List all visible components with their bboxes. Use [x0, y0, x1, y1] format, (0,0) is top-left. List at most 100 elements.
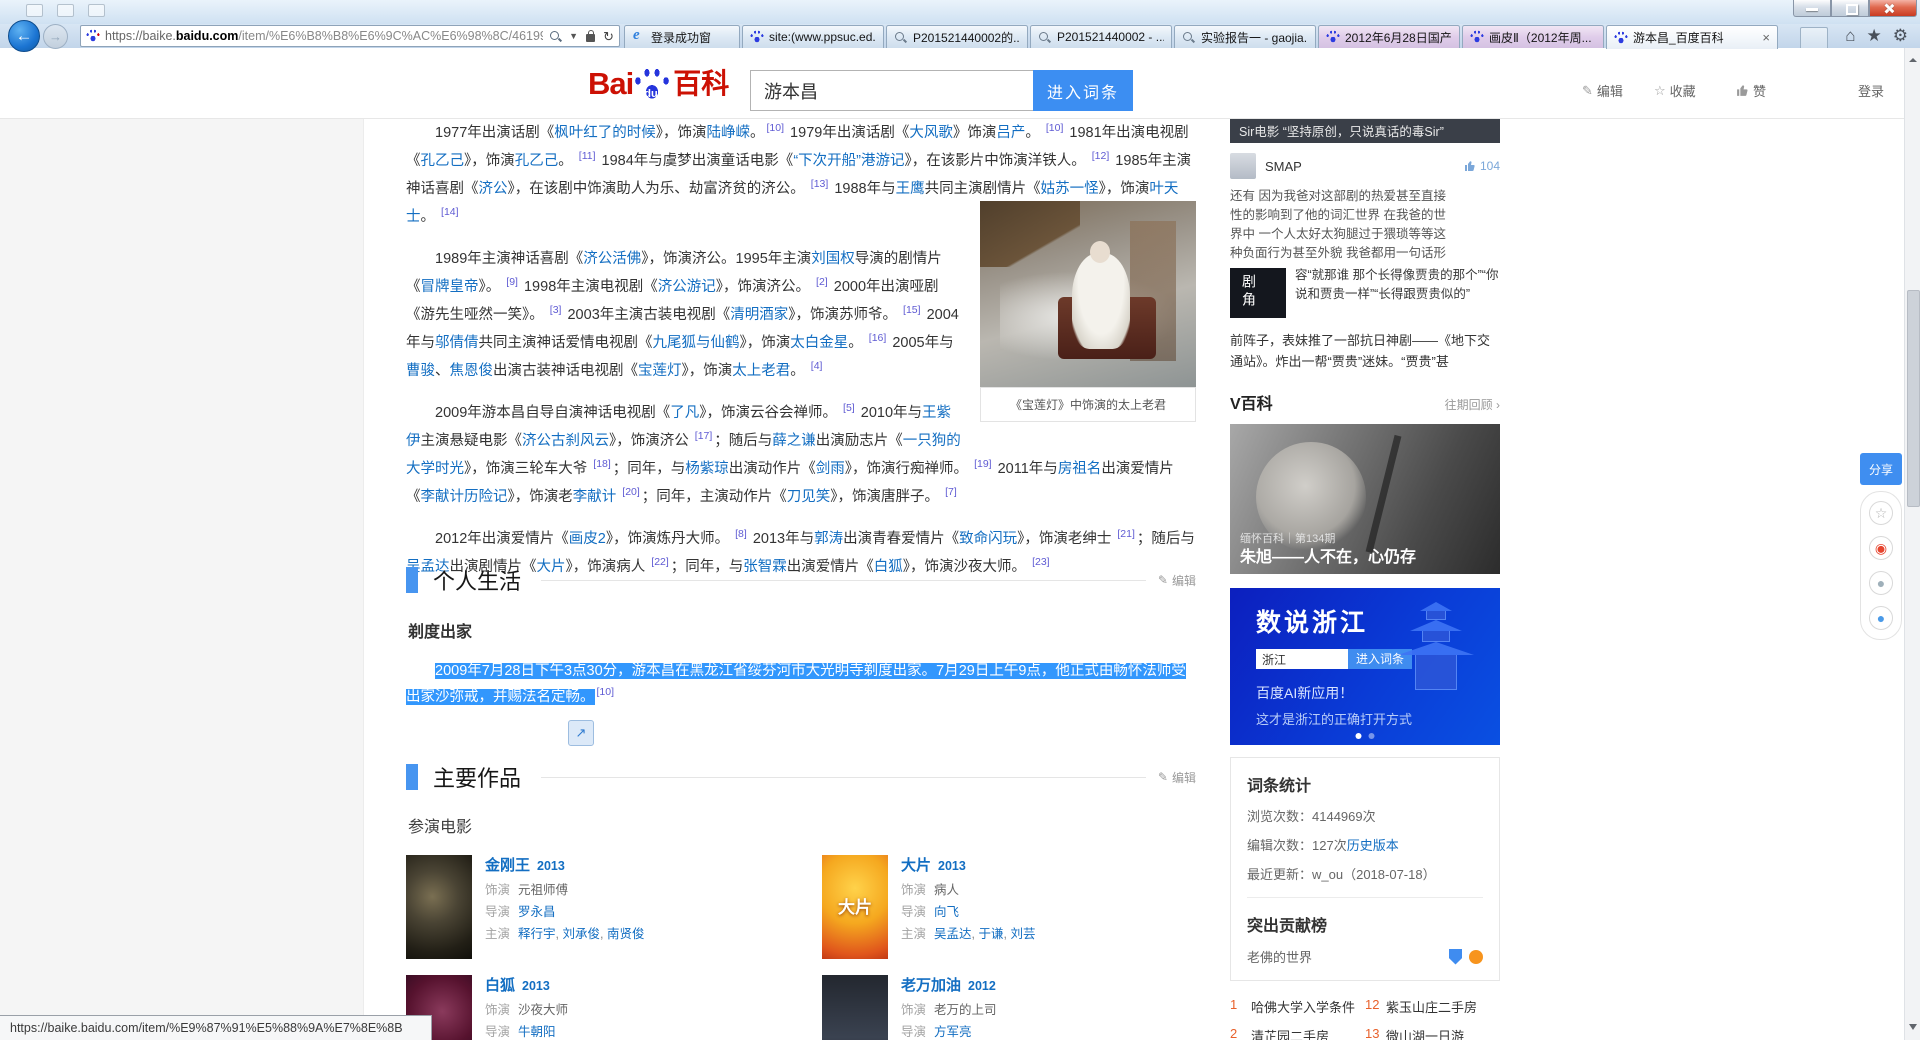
close-button[interactable] — [1869, 0, 1917, 17]
article-link[interactable]: 郭涛 — [814, 531, 843, 547]
browser-tab[interactable]: P201521440002的... — [886, 25, 1028, 48]
article-link[interactable]: 太上老君 — [732, 363, 790, 379]
hotlist-item[interactable]: 2 清芷园二手房 — [1230, 1026, 1365, 1040]
qq-icon[interactable]: ● — [1869, 606, 1893, 630]
article-link[interactable]: 剑雨 — [816, 461, 845, 477]
article-link[interactable]: 孔乙己 — [421, 153, 465, 169]
zhejiang-ad-banner[interactable]: 数说浙江 进入词条 百度AI新应用！ 这才是浙江的正确打开方式 — [1230, 588, 1500, 745]
movie-card[interactable]: 白狐2013饰演沙夜大师导演牛朝阳主演张智霖, 惠英红 — [406, 975, 822, 1040]
article-link[interactable]: 太白金星 — [790, 335, 848, 351]
article-link[interactable]: 济公游记 — [658, 279, 716, 295]
browser-tab[interactable]: 实验报告一 - gaojia... — [1174, 25, 1316, 48]
vbaike-more-link[interactable]: 往期回顾 — [1445, 396, 1500, 413]
star-link[interactable]: 刘承俊 — [562, 927, 600, 941]
reference-sup[interactable]: [12] — [1092, 150, 1110, 162]
refresh-icon[interactable]: ↻ — [603, 30, 614, 43]
article-link[interactable]: 清明酒家 — [730, 307, 788, 323]
article-link[interactable]: 李献计 — [573, 489, 617, 505]
star-link[interactable]: 于谦 — [978, 927, 1003, 941]
article-link[interactable]: “下次开船”港游记 — [793, 153, 904, 169]
favorite-star-icon[interactable]: ☆ — [1869, 501, 1893, 525]
movie-card[interactable]: 老万加油老万加油 2012 饰演老万的上司导演方军亮 — [822, 975, 1196, 1040]
reference-sup[interactable]: [9] — [506, 276, 518, 288]
browser-tab[interactable]: 画皮Ⅱ（2012年周... — [1462, 25, 1604, 48]
reference-sup[interactable]: [19] — [974, 458, 992, 470]
director-link[interactable]: 罗永昌 — [518, 905, 556, 919]
article-link[interactable]: 刘国权 — [811, 251, 855, 267]
hotlist-item[interactable]: 12 紫玉山庄二手房 — [1365, 997, 1500, 1016]
director-link[interactable]: 方军亮 — [934, 1025, 972, 1039]
reference-sup[interactable]: [14] — [441, 206, 459, 218]
external-link-icon[interactable]: ↗ — [568, 720, 594, 746]
article-link[interactable]: 九尾狐与仙鹤 — [653, 335, 740, 351]
scrollbar[interactable] — [1904, 48, 1920, 1040]
history-versions-link[interactable]: 历史版本 — [1347, 838, 1399, 853]
enter-entry-button[interactable]: 进入词条 — [1033, 70, 1133, 111]
reference-sup[interactable]: [2] — [816, 276, 828, 288]
carousel-dots[interactable] — [1355, 733, 1375, 739]
movie-poster[interactable]: 老万加油 — [822, 975, 888, 1040]
minimize-button[interactable] — [1793, 0, 1831, 17]
article-link[interactable]: 孔乙己 — [515, 153, 559, 169]
scroll-up-arrow[interactable] — [1908, 54, 1917, 62]
reference-sup[interactable]: [13] — [811, 178, 829, 190]
browser-tab[interactable]: 2012年6月28日国产... — [1318, 25, 1460, 48]
baidu-baike-logo[interactable]: Bai du 百科 — [588, 62, 729, 102]
edit-section-link[interactable]: ✎ 编辑 — [1158, 572, 1196, 589]
reference-sup[interactable]: [10] — [767, 122, 785, 134]
url-text[interactable]: https://baike.baidu.com/item/%E6%B8%B8%E… — [105, 29, 543, 43]
reference-sup[interactable]: [18] — [593, 458, 611, 470]
article-image-taishang-laojun[interactable]: 《宝莲灯》中饰演的太上老君 — [980, 201, 1196, 422]
article-link[interactable]: 冒牌皇帝 — [421, 279, 479, 295]
header-favorite-button[interactable]: ☆ 收藏 — [1654, 81, 1696, 100]
star-link[interactable]: 南贤俊 — [607, 927, 645, 941]
browser-tab[interactable]: P201521440002 - ... — [1030, 25, 1172, 48]
article-link[interactable]: 房祖名 — [1058, 461, 1102, 477]
article-link[interactable]: 邬倩倩 — [435, 335, 479, 351]
reference-sup[interactable]: [15] — [903, 304, 921, 316]
article-link[interactable]: 济公 — [479, 181, 508, 197]
article-link[interactable]: 杨紫琼 — [685, 461, 729, 477]
back-button[interactable]: ← — [8, 20, 40, 52]
director-link[interactable]: 向飞 — [934, 905, 959, 919]
share-button[interactable]: 分享 — [1860, 453, 1902, 485]
article-link[interactable]: 焦恩俊 — [450, 363, 494, 379]
movie-title-link[interactable]: 老万加油 2012 — [901, 976, 997, 996]
article-link[interactable]: 宝莲灯 — [638, 363, 682, 379]
restore-button[interactable] — [1831, 0, 1869, 17]
reference-sup[interactable]: [10] — [597, 686, 615, 698]
scrollbar-thumb[interactable] — [1906, 290, 1920, 507]
article-link[interactable]: 薛之谦 — [772, 433, 816, 449]
movie-title-link[interactable]: 金刚王 2013 — [485, 856, 644, 876]
article-link[interactable]: 枫叶红了的时候 — [554, 125, 656, 141]
reference-sup[interactable]: [21] — [1117, 528, 1135, 540]
reference-sup[interactable]: [8] — [735, 528, 747, 540]
article-link[interactable]: 大风歌 — [909, 125, 953, 141]
article-link[interactable]: 陆峥嵘 — [707, 125, 751, 141]
reference-sup[interactable]: [17] — [695, 430, 713, 442]
article-link[interactable]: 曹骏 — [406, 363, 435, 379]
movie-card[interactable]: 金刚王 2013 饰演 元祖师傅 导演 罗永昌 主演 释行宇, 刘承俊, 南贤俊 — [406, 855, 822, 959]
reference-sup[interactable]: [10] — [1046, 122, 1064, 134]
favorites-star-icon[interactable]: ★ — [1867, 26, 1882, 46]
reference-sup[interactable]: [4] — [811, 360, 823, 372]
director-link[interactable]: 牛朝阳 — [518, 1025, 556, 1039]
article-link[interactable]: 李献计历险记 — [421, 489, 508, 505]
like-count[interactable]: 104 — [1464, 159, 1500, 173]
browser-tab[interactable]: 登录成功窗 — [624, 25, 740, 48]
vbaike-video-card[interactable]: 缅怀百科｜第134期 朱旭——人不在，心仍存 — [1230, 424, 1500, 574]
drama-thumbnail[interactable]: 剧角 — [1230, 268, 1286, 318]
home-icon[interactable]: ⌂ — [1845, 26, 1855, 46]
movie-card[interactable]: 大片 大片 2013 饰演 病人 导演 向飞 主演 吴孟达, 于谦, 刘芸 — [822, 855, 1196, 959]
reference-sup[interactable]: [7] — [945, 486, 957, 498]
star-link[interactable]: 释行宇 — [518, 927, 556, 941]
reference-sup[interactable]: [3] — [550, 304, 562, 316]
contributor-name[interactable]: 老佛的世界 — [1247, 947, 1312, 966]
article-link[interactable]: 画皮2 — [569, 531, 606, 547]
article-link[interactable]: 致命闪玩 — [959, 531, 1017, 547]
article-link[interactable]: 刀见笑 — [787, 489, 831, 505]
star-link[interactable]: 刘芸 — [1010, 927, 1035, 941]
movie-title-link[interactable]: 大片 2013 — [901, 856, 1035, 876]
movie-poster[interactable] — [406, 855, 472, 959]
star-link[interactable]: 吴孟达 — [934, 927, 972, 941]
